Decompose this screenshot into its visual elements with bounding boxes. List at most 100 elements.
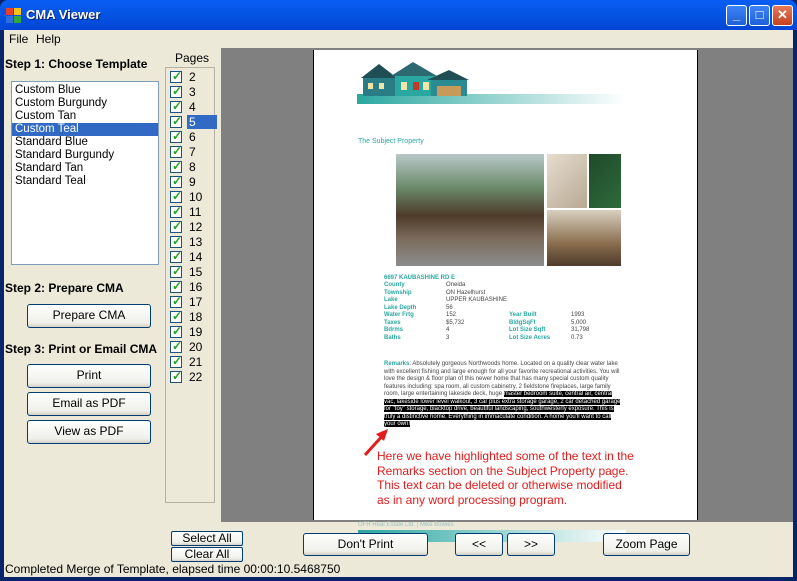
template-item[interactable]: Standard Blue <box>12 136 158 149</box>
field-value: 31,798 <box>571 327 590 333</box>
menu-file[interactable]: File <box>9 32 28 46</box>
template-item[interactable]: Custom Blue <box>12 84 158 97</box>
page-item[interactable]: 10 <box>170 189 216 205</box>
page-item[interactable]: 17 <box>170 294 216 310</box>
close-button[interactable]: ✕ <box>772 5 793 26</box>
page-checkbox[interactable] <box>170 249 182 263</box>
field-value: Oneida <box>446 282 466 288</box>
template-item[interactable]: Custom Tan <box>12 110 158 123</box>
view-pdf-button[interactable]: View as PDF <box>27 420 151 444</box>
window-title: CMA Viewer <box>26 7 101 22</box>
template-item[interactable]: Standard Burgundy <box>12 149 158 162</box>
field-value: 1993 <box>571 312 585 318</box>
page-item[interactable]: 15 <box>170 264 216 280</box>
page-item[interactable]: 22 <box>170 369 216 385</box>
page-number: 3 <box>189 85 196 99</box>
page-checkbox[interactable] <box>170 279 182 293</box>
property-photo-main <box>396 154 544 266</box>
remarks-label: Remarks <box>384 361 410 367</box>
page-checkbox[interactable] <box>170 294 182 308</box>
page-checkbox[interactable] <box>170 84 182 98</box>
page-item[interactable]: 18 <box>170 309 216 325</box>
page-item[interactable]: 19 <box>170 324 216 340</box>
status-bar: Completed Merge of Template, elapsed tim… <box>5 562 341 576</box>
page-checkbox[interactable] <box>170 309 182 323</box>
minimize-button[interactable]: _ <box>726 5 747 26</box>
page-item[interactable]: 6 <box>170 129 216 145</box>
page-item[interactable]: 2 <box>170 69 216 85</box>
property-fields-left: County Oneida Township ON Hazelhurst Lake UPP… <box>384 282 514 342</box>
maximize-button[interactable]: □ <box>749 5 770 26</box>
page-item[interactable]: 7 <box>170 144 216 160</box>
page-item[interactable]: 13 <box>170 234 216 250</box>
pages-checklist[interactable]: 2345678910111213141516171819202122 <box>165 67 217 503</box>
title-bar[interactable]: CMA Viewer _ □ ✕ <box>0 0 797 30</box>
field-value: 3 <box>446 334 450 341</box>
dont-print-button[interactable]: Don't Print <box>303 533 428 556</box>
page-item[interactable]: 21 <box>170 354 216 370</box>
page-number: 13 <box>189 235 203 249</box>
property-photo-interior-2 <box>589 154 621 208</box>
page-checkbox[interactable] <box>170 99 182 113</box>
select-all-button[interactable]: Select All <box>171 531 243 546</box>
page-checkbox[interactable] <box>170 69 182 83</box>
page-item[interactable]: 14 <box>170 249 216 265</box>
house-logo <box>357 62 625 104</box>
menu-bar: File Help <box>4 30 793 48</box>
template-item[interactable]: Standard Teal <box>12 175 158 188</box>
page-checkbox[interactable] <box>170 219 182 233</box>
page-checkbox[interactable] <box>170 354 182 368</box>
field-label: County <box>384 282 405 288</box>
next-page-button[interactable]: >> <box>507 533 555 556</box>
page-checkbox[interactable] <box>170 264 182 278</box>
page-item[interactable]: 8 <box>170 159 216 175</box>
print-button[interactable]: Print <box>27 364 151 388</box>
field-label: Bdrms <box>384 327 404 333</box>
page-checkbox[interactable] <box>170 339 182 353</box>
page-item[interactable]: 11 <box>170 204 216 220</box>
doc-footer: OFR Real Estate Ltd. | Mike Bowles <box>358 522 454 528</box>
page-item[interactable]: 12 <box>170 219 216 235</box>
email-pdf-button[interactable]: Email as PDF <box>27 392 151 416</box>
field-label: Lake <box>384 297 398 303</box>
page-number: 7 <box>189 145 196 159</box>
page-checkbox[interactable] <box>170 204 182 218</box>
page-checkbox[interactable] <box>170 369 182 383</box>
field-label: Taxes <box>384 319 401 326</box>
page-item[interactable]: 16 <box>170 279 216 295</box>
field-value: ON Hazelhurst <box>446 289 486 296</box>
page-item[interactable]: 5 <box>170 114 217 130</box>
page-checkbox[interactable] <box>170 144 182 158</box>
previous-page-button[interactable]: << <box>455 533 503 556</box>
template-item[interactable]: Standard Tan <box>12 162 158 175</box>
field-value: 0.73 <box>571 334 583 341</box>
prepare-cma-button[interactable]: Prepare CMA <box>27 304 151 328</box>
field-value: 152 <box>446 312 457 318</box>
page-checkbox[interactable] <box>170 324 182 338</box>
property-field: Lake UPPER KAUBASHINE <box>384 297 514 305</box>
page-checkbox[interactable] <box>170 234 182 248</box>
document-page: The Subject Property 6697 KAUBASHINE RD … <box>313 50 698 542</box>
page-number: 6 <box>189 130 196 144</box>
page-checkbox[interactable] <box>170 114 182 128</box>
page-checkbox[interactable] <box>170 189 182 203</box>
menu-help[interactable]: Help <box>36 32 61 46</box>
page-item[interactable]: 20 <box>170 339 216 355</box>
template-item[interactable]: Custom Teal <box>12 123 158 136</box>
page-number: 12 <box>189 220 203 234</box>
property-field: Water Frtg 152 <box>384 312 514 320</box>
page-checkbox[interactable] <box>170 174 182 188</box>
template-item[interactable]: Custom Burgundy <box>12 97 158 110</box>
property-field: Lake Depth 56 <box>384 305 514 313</box>
page-checkbox[interactable] <box>170 129 182 143</box>
page-preview[interactable]: The Subject Property 6697 KAUBASHINE RD … <box>221 48 793 542</box>
zoom-page-button[interactable]: Zoom Page <box>603 533 690 556</box>
page-number: 21 <box>189 355 203 369</box>
clear-all-button[interactable]: Clear All <box>171 547 243 562</box>
property-fields-right: Year Built 1993 BldgSqFt 5,000 Lot Size Sqft… <box>509 312 619 342</box>
page-item[interactable]: 9 <box>170 174 216 190</box>
page-checkbox[interactable] <box>170 159 182 173</box>
page-item[interactable]: 4 <box>170 99 216 115</box>
template-listbox[interactable]: Custom Blue Custom Burgundy Custom Tan Cust… <box>11 81 159 265</box>
page-item[interactable]: 3 <box>170 84 216 100</box>
